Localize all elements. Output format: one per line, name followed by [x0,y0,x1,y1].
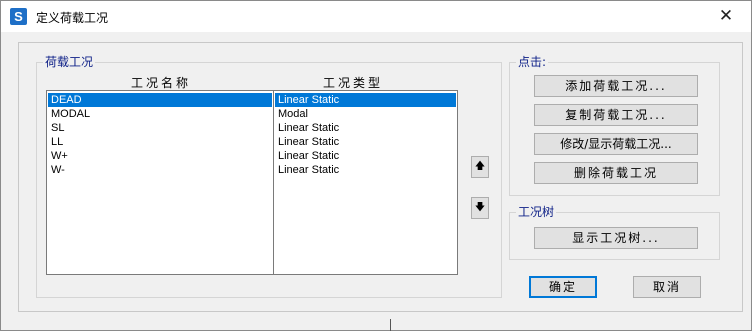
case-type-cell[interactable]: Linear Static [275,121,456,135]
modify-show-load-case-button[interactable]: 修改/显示荷载工况... [534,133,698,155]
case-name-column-header: 工况名称 [131,76,192,90]
add-load-case-button[interactable]: 添加荷载工况... [534,75,698,97]
load-cases-group-title: 荷载工况 [43,55,96,69]
case-name-cell[interactable]: W- [48,163,272,177]
click-actions-group-title: 点击: [516,55,549,69]
case-type-cell[interactable]: Modal [275,107,456,121]
case-type-column-header: 工况类型 [323,76,384,90]
case-type-cell[interactable]: Linear Static [275,135,456,149]
case-name-cell[interactable]: DEAD [48,93,272,107]
cancel-button[interactable]: 取消 [633,276,701,298]
window-title: 定义荷载工况 [36,11,109,25]
move-down-icon[interactable]: 🡇 [471,197,489,219]
app-logo-icon: S [10,8,27,25]
show-case-tree-button[interactable]: 显示工况树... [534,227,698,249]
move-up-icon[interactable]: 🡅 [471,156,489,178]
dialog-body: 荷载工况 工况名称 工况类型 DEAD Linear Static MODAL Mod… [1,32,751,330]
case-type-cell[interactable]: Linear Static [275,93,456,107]
close-icon[interactable]: ✕ [709,4,743,29]
copy-load-case-button[interactable]: 复制荷载工况... [534,104,698,126]
list-column-divider [273,90,274,275]
title-bar[interactable]: S 定义荷载工况 ✕ [1,1,751,32]
background-divider [390,319,391,331]
case-name-cell[interactable]: SL [48,121,272,135]
case-type-cell[interactable]: Linear Static [275,163,456,177]
define-load-cases-dialog: S 定义荷载工况 ✕ 荷载工况 工况名称 工况类型 DEAD Linear Sta… [0,0,752,331]
case-tree-group-title: 工况树 [516,205,557,219]
delete-load-case-button[interactable]: 删除荷载工况 [534,162,698,184]
ok-button[interactable]: 确定 [529,276,597,298]
case-name-cell[interactable]: MODAL [48,107,272,121]
case-type-cell[interactable]: Linear Static [275,149,456,163]
case-name-cell[interactable]: LL [48,135,272,149]
case-name-cell[interactable]: W+ [48,149,272,163]
